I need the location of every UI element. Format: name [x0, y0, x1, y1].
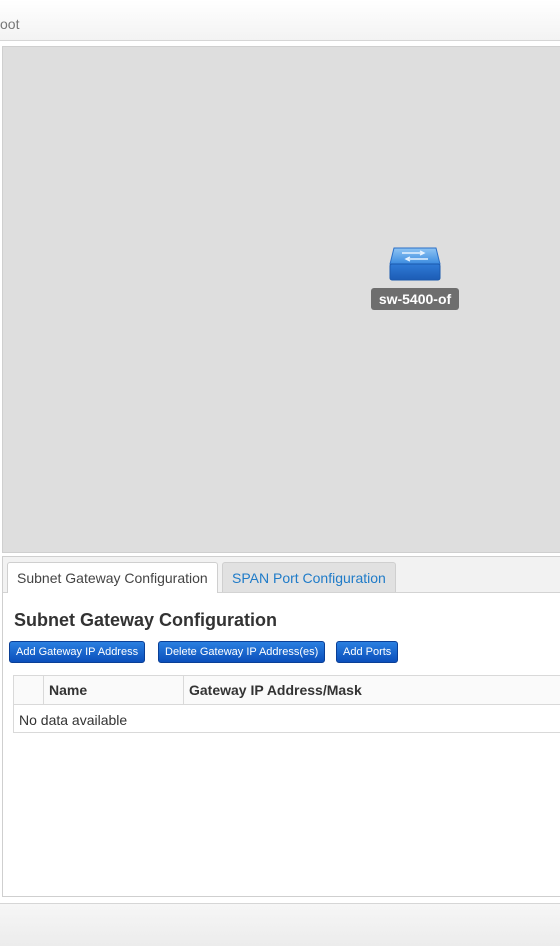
breadcrumb[interactable]: oot: [0, 16, 19, 32]
table-header: Name Gateway IP Address/Mask: [14, 676, 560, 705]
add-gateway-ip-button[interactable]: Add Gateway IP Address: [9, 641, 146, 663]
add-ports-button[interactable]: Add Ports: [336, 641, 399, 663]
delete-gateway-ip-button[interactable]: Delete Gateway IP Address(es): [158, 641, 326, 663]
network-switch-icon[interactable]: [388, 242, 442, 284]
tab-subnet-gateway-configuration[interactable]: Subnet Gateway Configuration: [7, 562, 218, 593]
topology-canvas[interactable]: sw-5400-of: [2, 46, 560, 553]
tab-span-port-configuration[interactable]: SPAN Port Configuration: [222, 562, 396, 592]
select-all-column-header[interactable]: [14, 676, 44, 704]
empty-table-message: No data available: [19, 712, 128, 728]
topology-node[interactable]: sw-5400-of: [367, 242, 463, 310]
config-panel: Subnet Gateway Configuration SPAN Port C…: [2, 556, 560, 897]
bottom-bar: [0, 903, 560, 946]
node-label: sw-5400-of: [370, 288, 460, 310]
top-bar: oot: [0, 0, 560, 41]
gateway-table: Name Gateway IP Address/Mask No data ava…: [13, 675, 560, 733]
gateway-ip-column-header[interactable]: Gateway IP Address/Mask: [184, 676, 560, 704]
name-column-header[interactable]: Name: [44, 676, 184, 704]
section-title: Subnet Gateway Configuration: [14, 610, 278, 630]
tab-bar: Subnet Gateway Configuration SPAN Port C…: [3, 557, 560, 593]
